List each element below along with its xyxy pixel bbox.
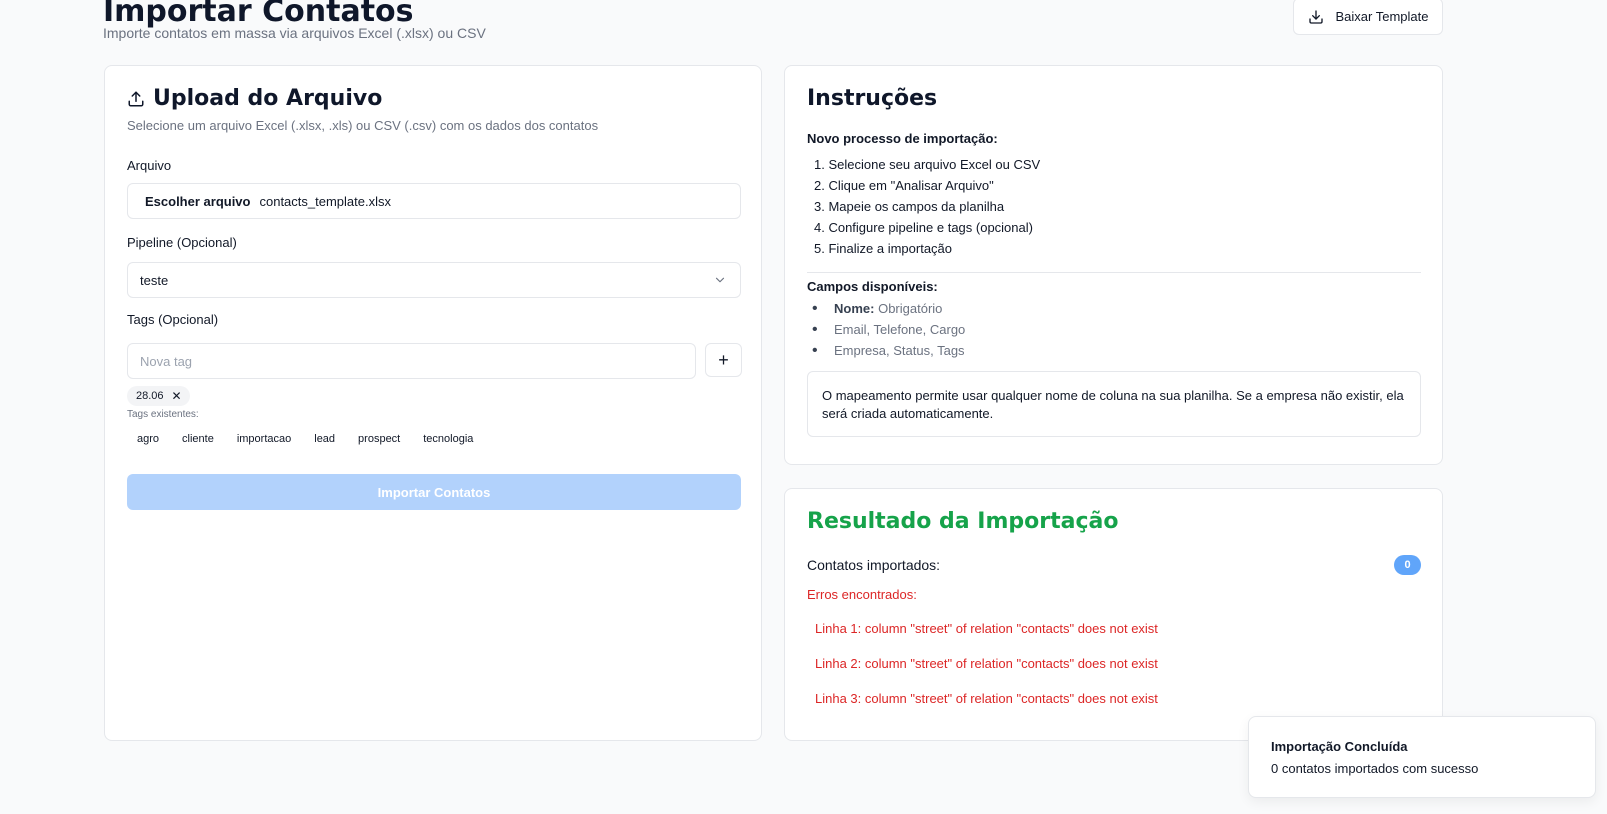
existing-tag[interactable]: agro <box>127 430 169 448</box>
download-icon <box>1308 9 1323 24</box>
list-item: 3. Mapeie os campos da planilha <box>814 199 1005 214</box>
imported-count-badge: 0 <box>1394 555 1421 575</box>
page-subtitle: Importe contatos em massa via arquivos E… <box>103 25 486 41</box>
pipeline-label: Pipeline (Opcional) <box>127 235 237 250</box>
selected-tag-chip: 28.06 ✕ <box>127 386 190 406</box>
import-contacts-button[interactable]: Importar Contatos <box>127 474 741 510</box>
download-template-label: Baixar Template <box>1335 9 1429 24</box>
upload-card: Upload do Arquivo Selecione um arquivo E… <box>104 65 762 741</box>
existing-tag[interactable]: lead <box>304 430 345 448</box>
existing-tag[interactable]: tecnologia <box>413 430 483 448</box>
chevron-down-icon <box>715 277 725 283</box>
toast-notification[interactable]: Importação Concluída 0 contatos importad… <box>1248 716 1596 798</box>
file-input[interactable]: Escolher arquivo contacts_template.xlsx <box>127 183 741 219</box>
field-required-text: Obrigatório <box>878 301 943 316</box>
errors-label: Erros encontrados: <box>807 587 917 602</box>
existing-tag[interactable]: cliente <box>172 430 224 448</box>
existing-tag[interactable]: prospect <box>348 430 410 448</box>
add-tag-button[interactable]: + <box>705 343 742 377</box>
list-item: Email, Telefone, Cargo <box>807 319 965 340</box>
steps-list: 1. Selecione seu arquivo Excel ou CSV 2.… <box>807 154 1040 259</box>
divider <box>807 272 1421 273</box>
list-item: 4. Configure pipeline e tags (opcional) <box>814 220 1033 235</box>
file-label: Arquivo <box>127 158 172 173</box>
fields-list: Nome: Obrigatório Email, Telefone, Cargo… <box>807 298 965 361</box>
upload-title: Upload do Arquivo <box>153 86 383 111</box>
new-tag-input[interactable]: Nova tag <box>127 343 696 379</box>
mapping-note: O mapeamento permite usar qualquer nome … <box>807 371 1421 437</box>
pipeline-value: teste <box>140 272 169 288</box>
existing-tags-label: Tags existentes: <box>127 409 199 420</box>
existing-tags-list: agro cliente importacao lead prospect te… <box>127 430 483 448</box>
instructions-title: Instruções <box>807 86 938 111</box>
fields-heading: Campos disponíveis: <box>807 279 938 294</box>
existing-tag[interactable]: importacao <box>227 430 301 448</box>
list-item: Empresa, Status, Tags <box>807 340 965 361</box>
result-card: Resultado da Importação Contatos importa… <box>784 488 1443 741</box>
upload-title-row: Upload do Arquivo <box>127 86 382 111</box>
field-name-label: Nome: <box>834 301 875 316</box>
toast-message: 0 contatos importados com sucesso <box>1271 761 1479 776</box>
list-item: 1. Selecione seu arquivo Excel ou CSV <box>814 157 1041 172</box>
error-line: Linha 2: column "street" of relation "co… <box>815 656 1158 671</box>
upload-description: Selecione um arquivo Excel (.xlsx, .xls)… <box>127 118 599 133</box>
list-item: 2. Clique em "Analisar Arquivo" <box>814 178 994 193</box>
error-line: Linha 1: column "street" of relation "co… <box>815 621 1158 636</box>
download-template-button[interactable]: Baixar Template <box>1293 0 1443 35</box>
upload-icon <box>128 91 144 106</box>
tags-label: Tags (Opcional) <box>127 312 219 327</box>
list-item: 5. Finalize a importação <box>814 241 953 256</box>
imported-row: Contatos importados: 0 <box>807 555 1421 575</box>
file-name: contacts_template.xlsx <box>259 193 391 209</box>
selected-tag-label: 28.06 <box>136 390 164 402</box>
close-icon[interactable]: ✕ <box>172 389 182 403</box>
instructions-card: Instruções Novo processo de importação: … <box>784 65 1443 465</box>
result-title: Resultado da Importação <box>807 509 1119 534</box>
list-item: Nome: Obrigatório <box>807 298 965 319</box>
pipeline-select[interactable]: teste <box>127 262 741 298</box>
process-heading: Novo processo de importação: <box>807 131 998 146</box>
choose-file-button[interactable]: Escolher arquivo <box>145 194 250 209</box>
error-line: Linha 3: column "street" of relation "co… <box>815 691 1158 706</box>
imported-label: Contatos importados: <box>807 557 941 573</box>
toast-title: Importação Concluída <box>1271 739 1408 754</box>
